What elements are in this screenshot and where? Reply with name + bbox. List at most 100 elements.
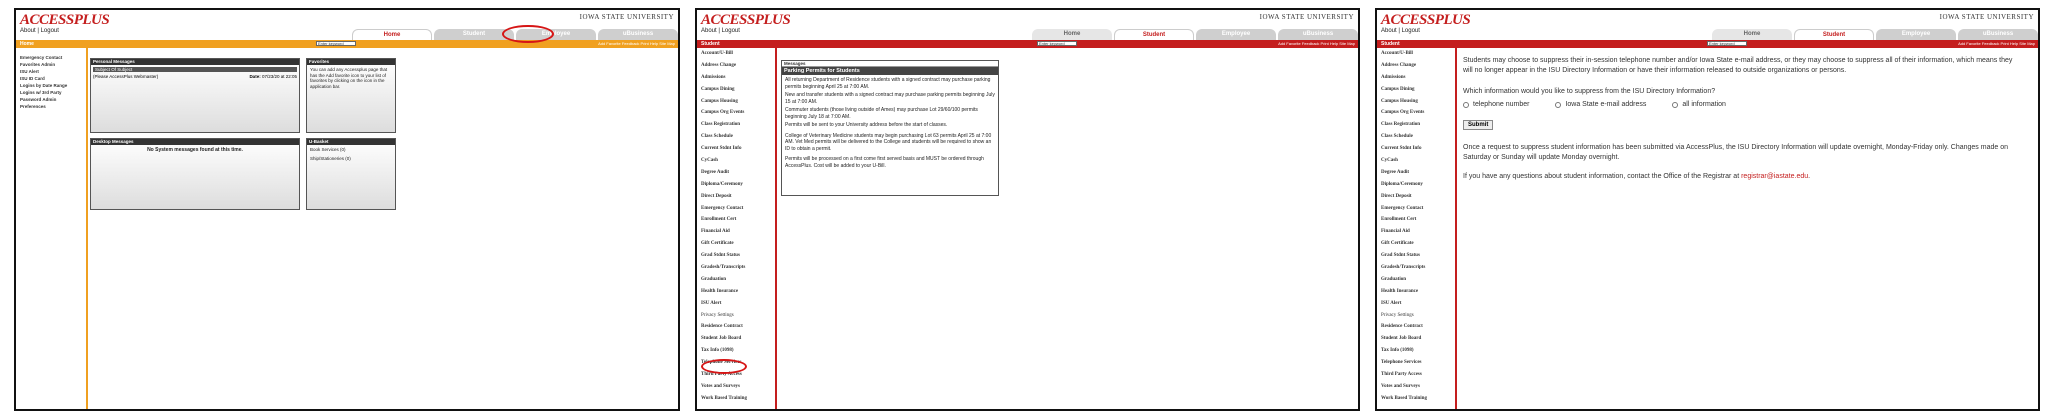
option-all[interactable]: all information bbox=[1672, 101, 1726, 108]
sidebar-item[interactable]: Degree Audit bbox=[697, 167, 767, 179]
sidebar-item[interactable]: Health Insurance bbox=[1377, 286, 1447, 298]
option-telephone[interactable]: telephone number bbox=[1463, 101, 1529, 108]
sidebar-item[interactable]: Emergency Contact bbox=[16, 54, 86, 61]
sidebar-item[interactable]: Class Registration bbox=[1377, 119, 1447, 131]
sidebar-item[interactable]: Diploma/Ceremony bbox=[1377, 179, 1447, 191]
sidebar-item[interactable]: Admissions bbox=[697, 72, 767, 84]
sidebar-item[interactable]: Account/U-Bill bbox=[697, 48, 767, 60]
tab-home[interactable]: Home bbox=[1032, 29, 1112, 40]
tab-employee[interactable]: Employee bbox=[1196, 29, 1276, 40]
radio-email[interactable] bbox=[1555, 101, 1562, 108]
sidebar-item[interactable]: Telephone Services bbox=[1377, 357, 1447, 369]
sidebar-item[interactable]: Enrollment Cert bbox=[1377, 214, 1447, 226]
search-input[interactable]: Enter keyword bbox=[316, 41, 356, 46]
sidebar-item[interactable]: Residence Contract bbox=[697, 321, 767, 333]
sidebar-item[interactable]: Logins w/ 3rd Party bbox=[16, 89, 86, 96]
sidebar-item-privacy-settings[interactable]: Privacy Settings bbox=[1377, 310, 1447, 322]
message-row[interactable]: (Please AccessPlus Webmaster) Date: 07/2… bbox=[93, 74, 297, 80]
sidebar-item[interactable]: Emergency Contact bbox=[1377, 203, 1447, 215]
sidebar-item[interactable]: Class Schedule bbox=[697, 131, 767, 143]
tab-student[interactable]: Student bbox=[1794, 29, 1874, 40]
sidebar-item[interactable]: ISU ID Card bbox=[16, 75, 86, 82]
sidebar-item[interactable]: Gift Certificate bbox=[697, 238, 767, 250]
sidebar-item[interactable]: Grad Stdnt Status bbox=[697, 250, 767, 262]
sidebar-item[interactable]: ISU Alert bbox=[697, 298, 767, 310]
university-name: IOWA STATE UNIVERSITY bbox=[1259, 13, 1354, 21]
sidebar-item[interactable]: Gradesh/Transcripts bbox=[1377, 262, 1447, 274]
toolbar-links[interactable]: Add Favorite Feedback Print Help Site Ma… bbox=[1958, 41, 2035, 46]
sidebar-item[interactable]: Tax Info (1098) bbox=[1377, 345, 1447, 357]
sidebar-item[interactable]: Votes and Surveys bbox=[697, 381, 767, 393]
sidebar-item[interactable]: Campus Org Events bbox=[1377, 107, 1447, 119]
submit-button[interactable]: Submit bbox=[1463, 120, 1494, 130]
sidebar-item[interactable]: Graduation bbox=[1377, 274, 1447, 286]
sidebar-item[interactable]: Class Registration bbox=[697, 119, 767, 131]
sidebar-item[interactable]: Preferences bbox=[16, 103, 86, 110]
accessplus-logo[interactable]: ACCESSPLUS bbox=[20, 12, 110, 29]
about-logout-links[interactable]: About | Logout bbox=[1381, 28, 1420, 34]
sidebar-item[interactable]: Gradesh/Transcripts bbox=[697, 262, 767, 274]
tab-ubusiness[interactable]: uBusiness bbox=[1278, 29, 1358, 40]
sidebar-item-privacy-settings[interactable]: Privacy Settings bbox=[697, 310, 767, 322]
sidebar-item[interactable]: Gift Certificate bbox=[1377, 238, 1447, 250]
tab-home[interactable]: Home bbox=[1712, 29, 1792, 40]
u-basket-line[interactable]: Book Services (0) bbox=[307, 145, 395, 156]
tab-ubusiness[interactable]: uBusiness bbox=[1958, 29, 2038, 40]
tab-employee[interactable]: Employee bbox=[1876, 29, 1956, 40]
search-input[interactable]: Enter keyword bbox=[1707, 41, 1747, 46]
sidebar-item[interactable]: CyCash bbox=[1377, 155, 1447, 167]
accessplus-logo[interactable]: ACCESSPLUS bbox=[1381, 12, 1471, 29]
sidebar-item[interactable]: Grad Stdnt Status bbox=[1377, 250, 1447, 262]
tab-ubusiness[interactable]: uBusiness bbox=[598, 29, 678, 40]
sidebar-item[interactable]: Degree Audit bbox=[1377, 167, 1447, 179]
sidebar-item[interactable]: Favorites Admin bbox=[16, 61, 86, 68]
sidebar-item[interactable]: Account/U-Bill bbox=[1377, 48, 1447, 60]
sidebar-item[interactable]: Campus Dining bbox=[1377, 84, 1447, 96]
search-input[interactable]: Enter keyword bbox=[1037, 41, 1077, 46]
sidebar-item[interactable]: ISU Alert bbox=[16, 68, 86, 75]
registrar-email-link[interactable]: registrar@iastate.edu bbox=[1741, 173, 1808, 180]
option-email[interactable]: Iowa State e-mail address bbox=[1555, 101, 1646, 108]
sidebar-item[interactable]: Direct Deposit bbox=[697, 191, 767, 203]
radio-all[interactable] bbox=[1672, 101, 1679, 108]
about-logout-links[interactable]: About | Logout bbox=[20, 28, 59, 34]
sidebar-item[interactable]: ISU Alert bbox=[1377, 298, 1447, 310]
sidebar-item[interactable]: Work Based Training bbox=[1377, 393, 1447, 405]
sidebar-item[interactable]: Current Stdnt Info bbox=[1377, 143, 1447, 155]
sidebar-item[interactable]: Residence Contract bbox=[1377, 321, 1447, 333]
sidebar-item[interactable]: Password Admin bbox=[16, 96, 86, 103]
u-basket-line[interactable]: Ship/Stationeries (0) bbox=[307, 156, 395, 165]
sidebar-item[interactable]: Enrollment Cert bbox=[697, 214, 767, 226]
sidebar-item[interactable]: Student Job Board bbox=[1377, 333, 1447, 345]
sidebar-item[interactable]: Campus Housing bbox=[697, 96, 767, 108]
sidebar-item[interactable]: Direct Deposit bbox=[1377, 191, 1447, 203]
sidebar-item[interactable]: Campus Dining bbox=[697, 84, 767, 96]
sidebar-item[interactable]: Emergency Contact bbox=[697, 203, 767, 215]
sidebar-item[interactable]: Tax Info (1098) bbox=[697, 345, 767, 357]
tab-student[interactable]: Student bbox=[1114, 29, 1194, 40]
sidebar-item[interactable]: Address Change bbox=[1377, 60, 1447, 72]
toolbar-links[interactable]: Add Favorite Feedback Print Help Site Ma… bbox=[598, 41, 675, 46]
accessplus-logo[interactable]: ACCESSPLUS bbox=[701, 12, 791, 29]
sidebar-item[interactable]: Third Party Access bbox=[1377, 369, 1447, 381]
radio-telephone[interactable] bbox=[1463, 101, 1469, 108]
sidebar-item[interactable]: Admissions bbox=[1377, 72, 1447, 84]
sidebar-item[interactable]: Current Stdnt Info bbox=[697, 143, 767, 155]
sidebar-item[interactable]: Health Insurance bbox=[697, 286, 767, 298]
about-logout-links[interactable]: About | Logout bbox=[701, 28, 740, 34]
sidebar-item[interactable]: Graduation bbox=[697, 274, 767, 286]
sidebar-item[interactable]: Address Change bbox=[697, 60, 767, 72]
sidebar-item[interactable]: Student Job Board bbox=[697, 333, 767, 345]
sidebar-item[interactable]: Class Schedule bbox=[1377, 131, 1447, 143]
toolbar-links[interactable]: Add Favorite Feedback Print Help Site Ma… bbox=[1278, 41, 1355, 46]
sidebar-item[interactable]: Campus Housing bbox=[1377, 96, 1447, 108]
sidebar-item[interactable]: Work Based Training bbox=[697, 393, 767, 405]
sidebar-item[interactable]: CyCash bbox=[697, 155, 767, 167]
sidebar-item[interactable]: Campus Org Events bbox=[697, 107, 767, 119]
sidebar-item[interactable]: Logins by Date Range bbox=[16, 82, 86, 89]
sidebar-item[interactable]: Financial Aid bbox=[697, 226, 767, 238]
sidebar-item[interactable]: Diploma/Ceremony bbox=[697, 179, 767, 191]
sidebar-item[interactable]: Votes and Surveys bbox=[1377, 381, 1447, 393]
sidebar-item[interactable]: Financial Aid bbox=[1377, 226, 1447, 238]
tab-home[interactable]: Home bbox=[352, 29, 432, 40]
